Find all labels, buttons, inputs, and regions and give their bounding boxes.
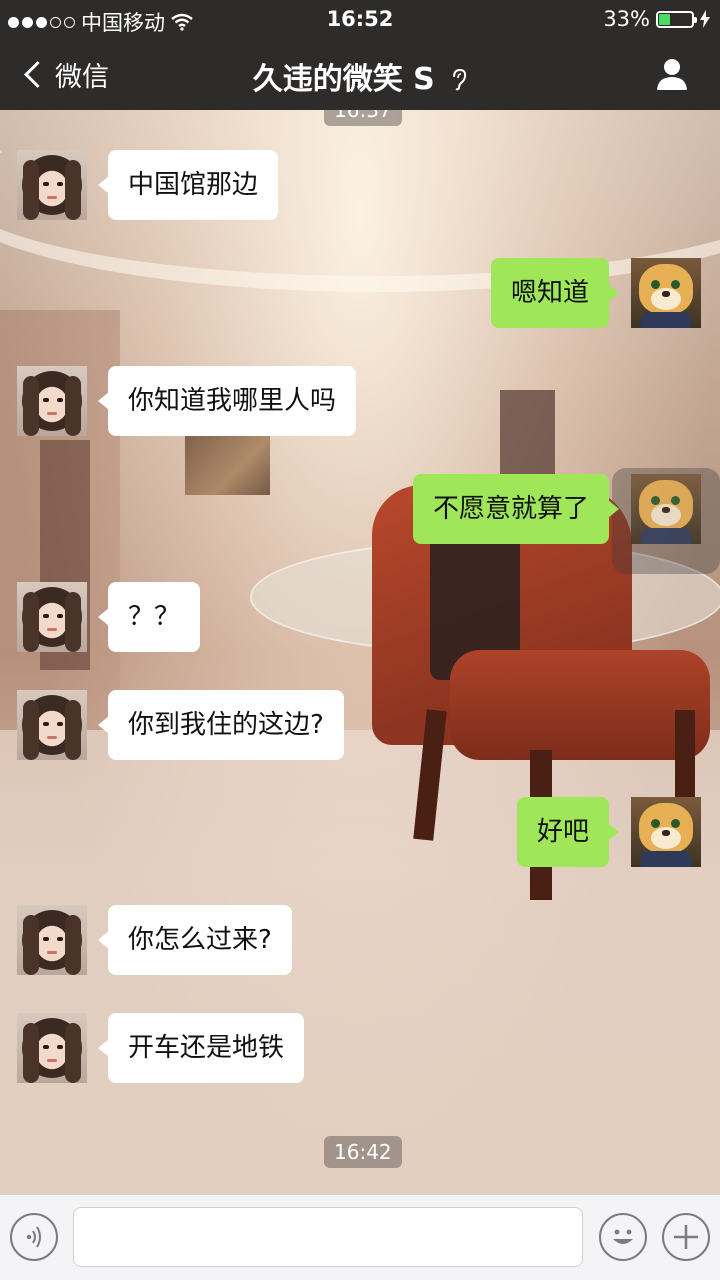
contact-avatar[interactable] <box>17 582 87 652</box>
timestamp: 16:42 <box>324 1136 402 1168</box>
incoming-message[interactable]: 中国馆那边 <box>97 150 279 220</box>
status-bar: 中国移动 16:52 33% <box>0 0 720 40</box>
person-icon[interactable] <box>654 56 690 92</box>
my-avatar[interactable] <box>631 258 701 328</box>
wall-painting <box>185 435 270 495</box>
battery-fill <box>659 13 670 25</box>
chat-title: 久违的微笑 S <box>0 54 720 98</box>
ear-icon <box>453 69 467 91</box>
chair-seat <box>450 650 710 760</box>
input-bar <box>0 1194 720 1280</box>
contact-avatar[interactable] <box>17 1013 87 1083</box>
voice-icon[interactable] <box>10 1213 58 1261</box>
message-input[interactable] <box>73 1207 583 1267</box>
incoming-message[interactable]: ？？ <box>97 582 201 652</box>
battery-percent: 33% <box>603 7 650 31</box>
status-right: 33% <box>603 7 710 31</box>
emoji-icon[interactable] <box>599 1213 647 1261</box>
incoming-message[interactable]: 你知道我哪里人吗 <box>97 366 357 436</box>
smiley-face <box>613 1229 633 1244</box>
incoming-message[interactable]: 你到我住的这边? <box>98 690 344 760</box>
incoming-message[interactable]: 开车还是地铁 <box>97 1013 305 1083</box>
chat-title-text: 久违的微笑 S <box>252 62 435 97</box>
incoming-message[interactable]: 你怎么过来? <box>98 905 292 975</box>
outgoing-message[interactable]: 嗯知道 <box>490 258 620 328</box>
contact-avatar[interactable] <box>17 905 87 975</box>
plus-icon[interactable] <box>662 1213 710 1261</box>
contact-avatar[interactable] <box>17 150 87 220</box>
contact-avatar[interactable] <box>17 366 87 436</box>
outgoing-message[interactable]: 好吧 <box>516 797 620 867</box>
outgoing-message[interactable]: 不愿意就算了 <box>412 474 620 544</box>
voice-waves <box>26 1226 41 1248</box>
my-avatar[interactable] <box>631 474 701 544</box>
my-avatar[interactable] <box>631 797 701 867</box>
contact-avatar[interactable] <box>17 690 87 760</box>
charging-bolt-icon <box>700 10 710 28</box>
battery-icon <box>656 10 697 28</box>
navigation-bar: 微信 久违的微笑 S <box>0 40 720 110</box>
plus-sign <box>674 1225 698 1249</box>
